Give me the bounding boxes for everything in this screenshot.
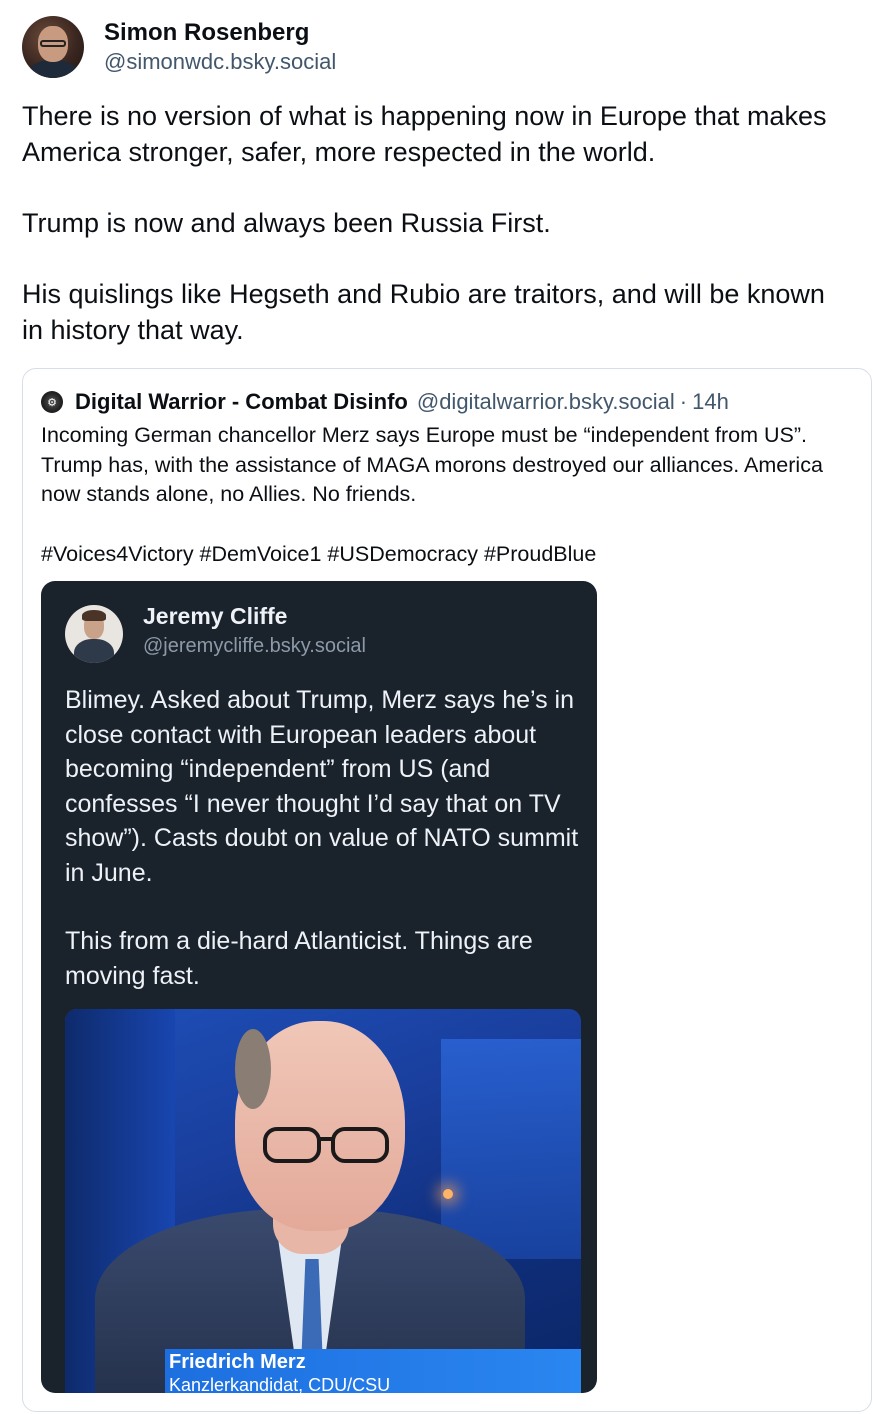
post-paragraph: There is no version of what is happening… [22,101,827,167]
embedded-post-paragraph: This from a die-hard Atlanticist. Things… [65,927,533,990]
post-paragraph: Trump is now and always been Russia Firs… [22,208,551,238]
lower-third-name: Friedrich Merz [169,1351,306,1373]
embedded-author-display-name: Jeremy Cliffe [143,603,288,629]
tv-interview-photo: Friedrich Merz Kanzlerkandidat, CDU/CSU [65,1009,581,1393]
embedded-post-body: Blimey. Asked about Trump, Merz says he’… [65,683,585,1027]
post-paragraph: His quislings like Hegseth and Rubio are… [22,279,825,345]
quoted-post-card[interactable]: ⚙ Digital Warrior - Combat Disinfo @digi… [22,368,872,1412]
quoted-author-display-name[interactable]: Digital Warrior - Combat Disinfo [75,389,408,415]
quoted-post-header: ⚙ Digital Warrior - Combat Disinfo @digi… [41,389,729,415]
quoted-post-timestamp[interactable]: 14h [692,389,729,415]
post-header: Simon Rosenberg @simonwdc.bsky.social [22,16,336,78]
lower-third-title: Kanzlerkandidat, CDU/CSU [169,1375,391,1393]
quoted-post-paragraph: Incoming German chancellor Merz says Eur… [41,423,823,506]
embedded-author-avatar [65,605,123,663]
author-names: Simon Rosenberg @simonwdc.bsky.social [104,18,336,76]
author-avatar[interactable] [22,16,84,78]
embedded-screenshot-image[interactable]: Jeremy Cliffe @jeremycliffe.bsky.social … [41,581,597,1393]
meta-separator: · [679,389,688,414]
author-display-name[interactable]: Simon Rosenberg [104,18,336,48]
author-handle[interactable]: @simonwdc.bsky.social [104,48,336,76]
quoted-post-body: Incoming German chancellor Merz says Eur… [41,421,856,599]
quoted-post-hashtags[interactable]: #Voices4Victory #DemVoice1 #USDemocracy … [41,540,856,570]
quoted-author-avatar[interactable]: ⚙ [41,391,63,413]
embedded-author-handle: @jeremycliffe.bsky.social [143,635,366,657]
post-body: There is no version of what is happening… [22,98,852,348]
embedded-post-paragraph: Blimey. Asked about Trump, Merz says he’… [65,686,579,887]
quoted-author-handle[interactable]: @digitalwarrior.bsky.social [417,389,675,415]
